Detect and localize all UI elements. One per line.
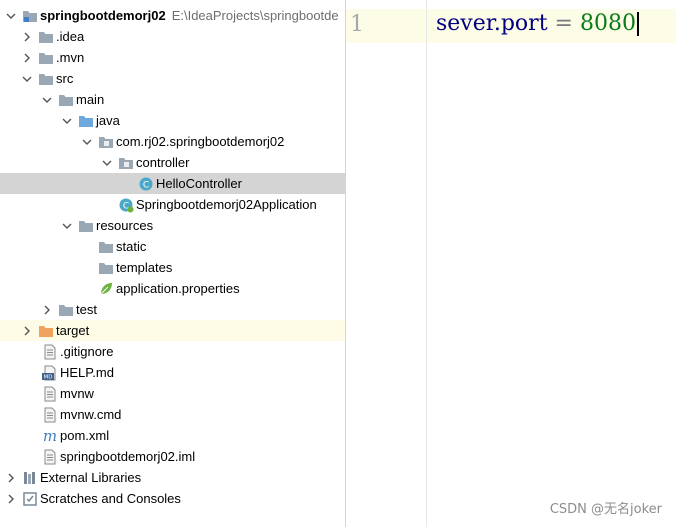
folder-icon [38,50,54,66]
tree-item-label: static [116,239,147,254]
tree-item-idea[interactable]: .idea [0,26,345,47]
tree-item-label: resources [96,218,154,233]
code-line[interactable]: sever.port = 8080 [436,11,639,36]
tree-item-iml[interactable]: springbootdemorj02.iml [0,446,345,467]
property-key: sever.port [436,11,548,36]
tree-item-resources[interactable]: resources [0,215,345,236]
tree-item-label: Springbootdemorj02Application [136,197,317,212]
tree-item-springbootdemorj02[interactable]: springbootdemorj02 E:\IdeaProjects\sprin… [0,5,345,26]
tree-item-pom-xml[interactable]: pom.xml [0,425,345,446]
markdown-file-icon [42,365,58,381]
tree-item-application-class[interactable]: Springbootdemorj02Application [0,194,345,215]
tree-item-label: springbootdemorj02.iml [60,449,196,464]
folder-icon [38,71,54,87]
tree-item-package[interactable]: com.rj02.springbootdemorj02 [0,131,345,152]
folder-icon [58,302,74,318]
tree-item-scratches[interactable]: Scratches and Consoles [0,488,345,509]
chevron-down-icon[interactable] [60,219,74,233]
tree-item-label: pom.xml [60,428,110,443]
tree-item-label: External Libraries [40,470,142,485]
tree-item-external-libraries[interactable]: External Libraries [0,467,345,488]
chevron-right-icon[interactable] [20,324,34,338]
tree-item-label: mvnw [60,386,94,401]
tree-item-application-properties[interactable]: application.properties [0,278,345,299]
tree-item-static[interactable]: static [0,236,345,257]
editor-gutter: 1 [346,0,426,527]
tree-item-label: src [56,71,74,86]
chevron-down-icon[interactable] [100,156,114,170]
tree-item-mvnw-cmd[interactable]: mvnw.cmd [0,404,345,425]
tree-item-src[interactable]: src [0,68,345,89]
text-caret [636,12,639,36]
tree-item-label: mvnw.cmd [60,407,122,422]
tree-item-label: .mvn [56,50,85,65]
tree-item-label: controller [136,155,190,170]
chevron-right-icon[interactable] [4,492,18,506]
property-equals: = [554,11,573,36]
folder-icon [58,92,74,108]
chevron-right-icon[interactable] [40,303,54,317]
tree-item-main[interactable]: main [0,89,345,110]
tree-item-templates[interactable]: templates [0,257,345,278]
tree-item-controller[interactable]: controller [0,152,345,173]
module-file-icon [42,449,58,465]
class-icon [138,176,154,192]
tree-item-label: test [76,302,97,317]
tree-item-label: templates [116,260,173,275]
chevron-right-icon[interactable] [20,51,34,65]
chevron-down-icon[interactable] [80,135,94,149]
libraries-icon [22,470,38,486]
gutter-separator [426,0,427,527]
text-file-icon [42,407,58,423]
tree-item-gitignore[interactable]: .gitignore [0,341,345,362]
chevron-right-icon[interactable] [20,30,34,44]
watermark: CSDN @无名joker [549,502,662,517]
package-icon [98,134,114,150]
tree-item-hellocontroller[interactable]: HelloController [0,173,345,194]
chevron-right-icon[interactable] [4,471,18,485]
tree-item-label: HelloController [156,176,242,191]
project-root-name: springbootdemorj02 [40,8,166,23]
tree-item-label: application.properties [116,281,240,296]
text-file-icon [42,344,58,360]
excluded-folder-icon [38,323,54,339]
module-folder-icon [22,8,38,24]
chevron-down-icon[interactable] [20,72,34,86]
code-editor[interactable]: 1 sever.port = 8080 CSDN @无名joker [346,0,676,527]
folder-icon [98,260,114,276]
resources-folder-icon [78,218,94,234]
package-icon [118,155,134,171]
spring-boot-class-icon [118,197,134,213]
scratches-icon [22,491,38,507]
source-folder-icon [78,113,94,129]
tree-item-help-md[interactable]: HELP.md [0,362,345,383]
tree-item-label: java [96,113,120,128]
folder-icon [38,29,54,45]
chevron-down-icon[interactable] [40,93,54,107]
tree-item-test[interactable]: test [0,299,345,320]
tree-item-label: target [56,323,90,338]
folder-icon [98,239,114,255]
tree-item-label: .gitignore [60,344,114,359]
tree-item-label: .idea [56,29,85,44]
tree-item-label: com.rj02.springbootdemorj02 [116,134,285,149]
tree-item-target[interactable]: target [0,320,345,341]
tree-item-label: main [76,92,105,107]
property-value: 8080 [579,11,636,36]
chevron-down-icon[interactable] [60,114,74,128]
tree-item-label: Scratches and Consoles [40,491,181,506]
project-root-path: E:\IdeaProjects\springbootde [171,8,339,23]
chevron-down-icon[interactable] [4,9,18,23]
tree-item-mvnw[interactable]: mvnw [0,383,345,404]
tree-item-java[interactable]: java [0,110,345,131]
tree-item-mvn[interactable]: .mvn [0,47,345,68]
project-tool-window: springbootdemorj02 E:\IdeaProjects\sprin… [0,0,345,527]
tree-item-label: HELP.md [60,365,114,380]
line-number: 1 [350,12,364,37]
maven-icon [42,428,58,444]
spring-leaf-icon [98,281,114,297]
text-file-icon [42,386,58,402]
